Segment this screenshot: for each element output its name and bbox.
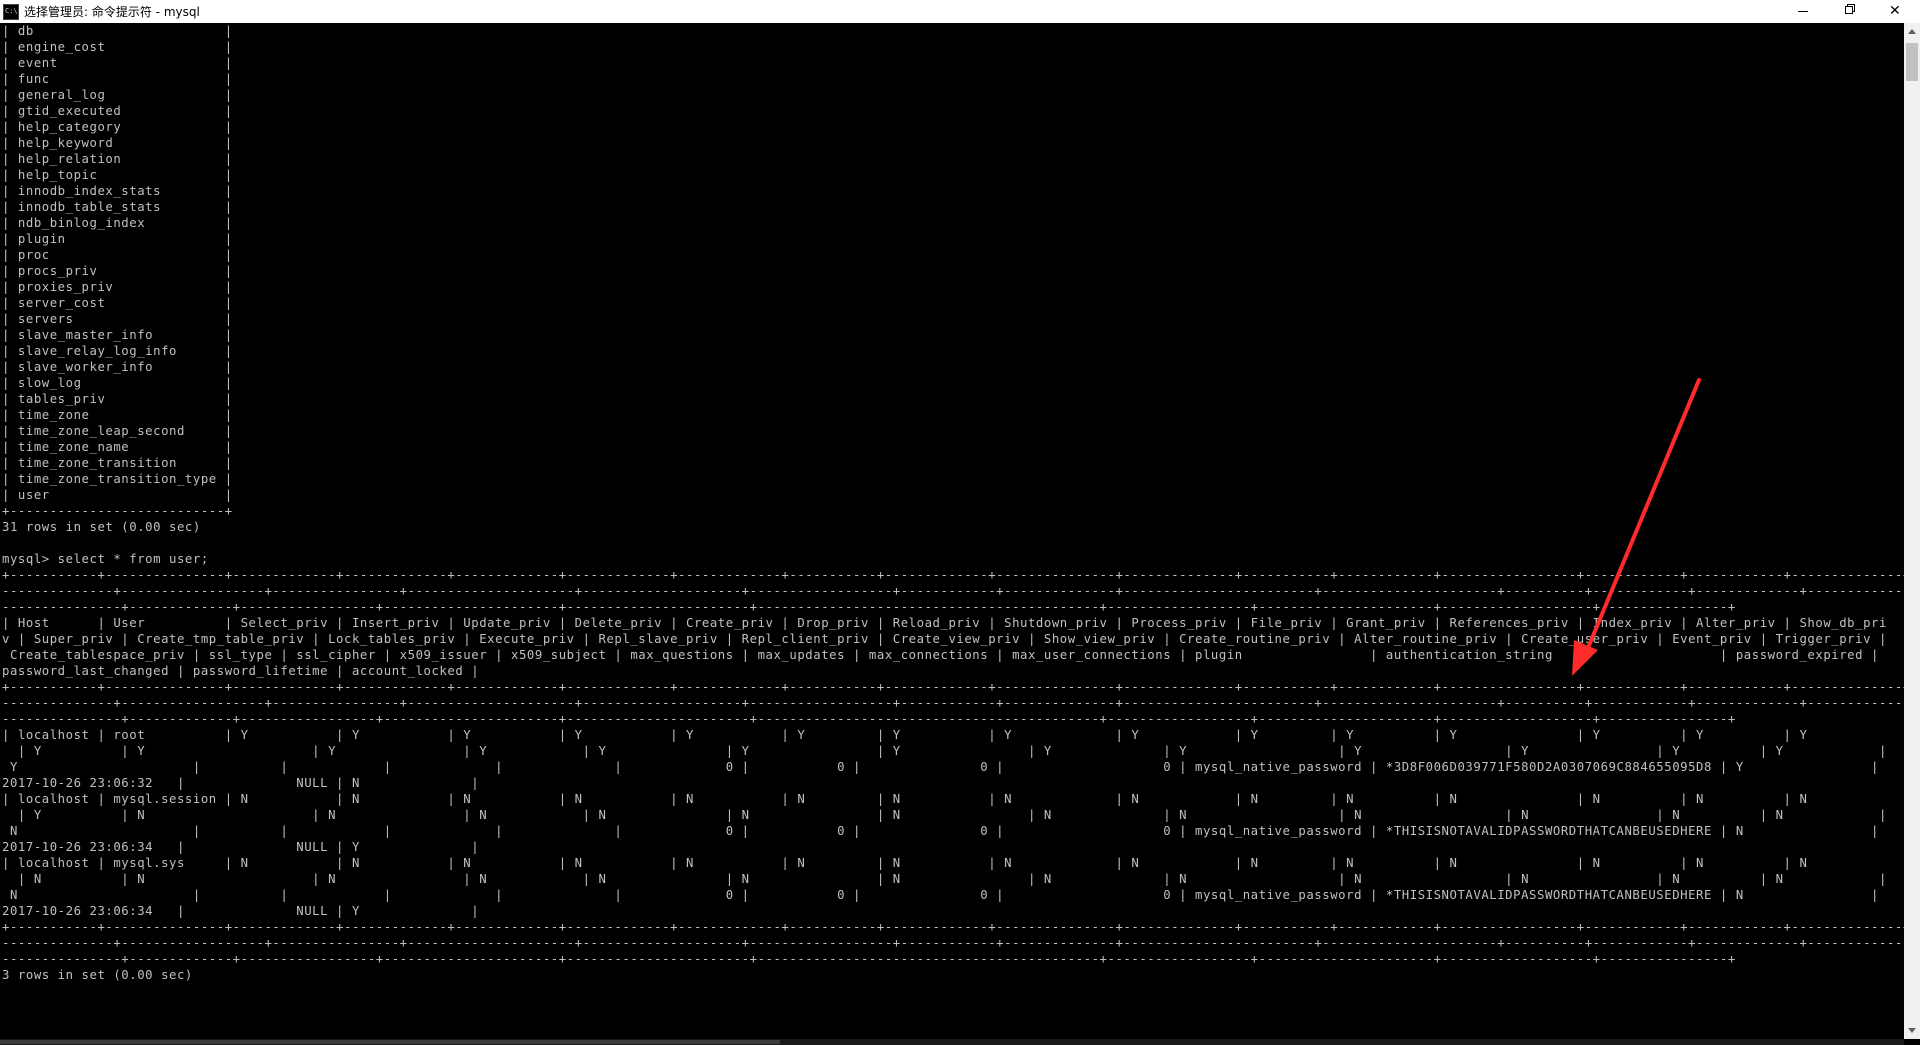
- console-window: 选择管理员: 命令提示符 - mysql ✕ | db | | engine_c…: [0, 0, 1920, 1045]
- cmd-icon: [3, 3, 19, 20]
- vertical-scrollbar[interactable]: [1904, 23, 1920, 1039]
- scrollbar-thumb[interactable]: [1906, 43, 1918, 81]
- scroll-down-arrow-icon[interactable]: [1904, 1022, 1920, 1039]
- horizontal-scrollbar[interactable]: [0, 1039, 1904, 1045]
- minimize-icon: [1798, 11, 1808, 12]
- title-bar[interactable]: 选择管理员: 命令提示符 - mysql ✕: [0, 0, 1920, 23]
- close-icon: ✕: [1889, 3, 1901, 19]
- minimize-button[interactable]: [1780, 0, 1826, 23]
- window-title: 选择管理员: 命令提示符 - mysql: [24, 5, 200, 19]
- maximize-button[interactable]: [1826, 0, 1872, 23]
- console-text: | db | | engine_cost | | event | | func …: [2, 24, 1904, 982]
- horizontal-scrollbar-thumb[interactable]: [0, 1040, 780, 1044]
- close-button[interactable]: ✕: [1872, 0, 1918, 23]
- scroll-up-arrow-icon[interactable]: [1904, 23, 1920, 40]
- restore-icon: [1845, 6, 1853, 14]
- console-output[interactable]: | db | | engine_cost | | event | | func …: [0, 23, 1904, 1039]
